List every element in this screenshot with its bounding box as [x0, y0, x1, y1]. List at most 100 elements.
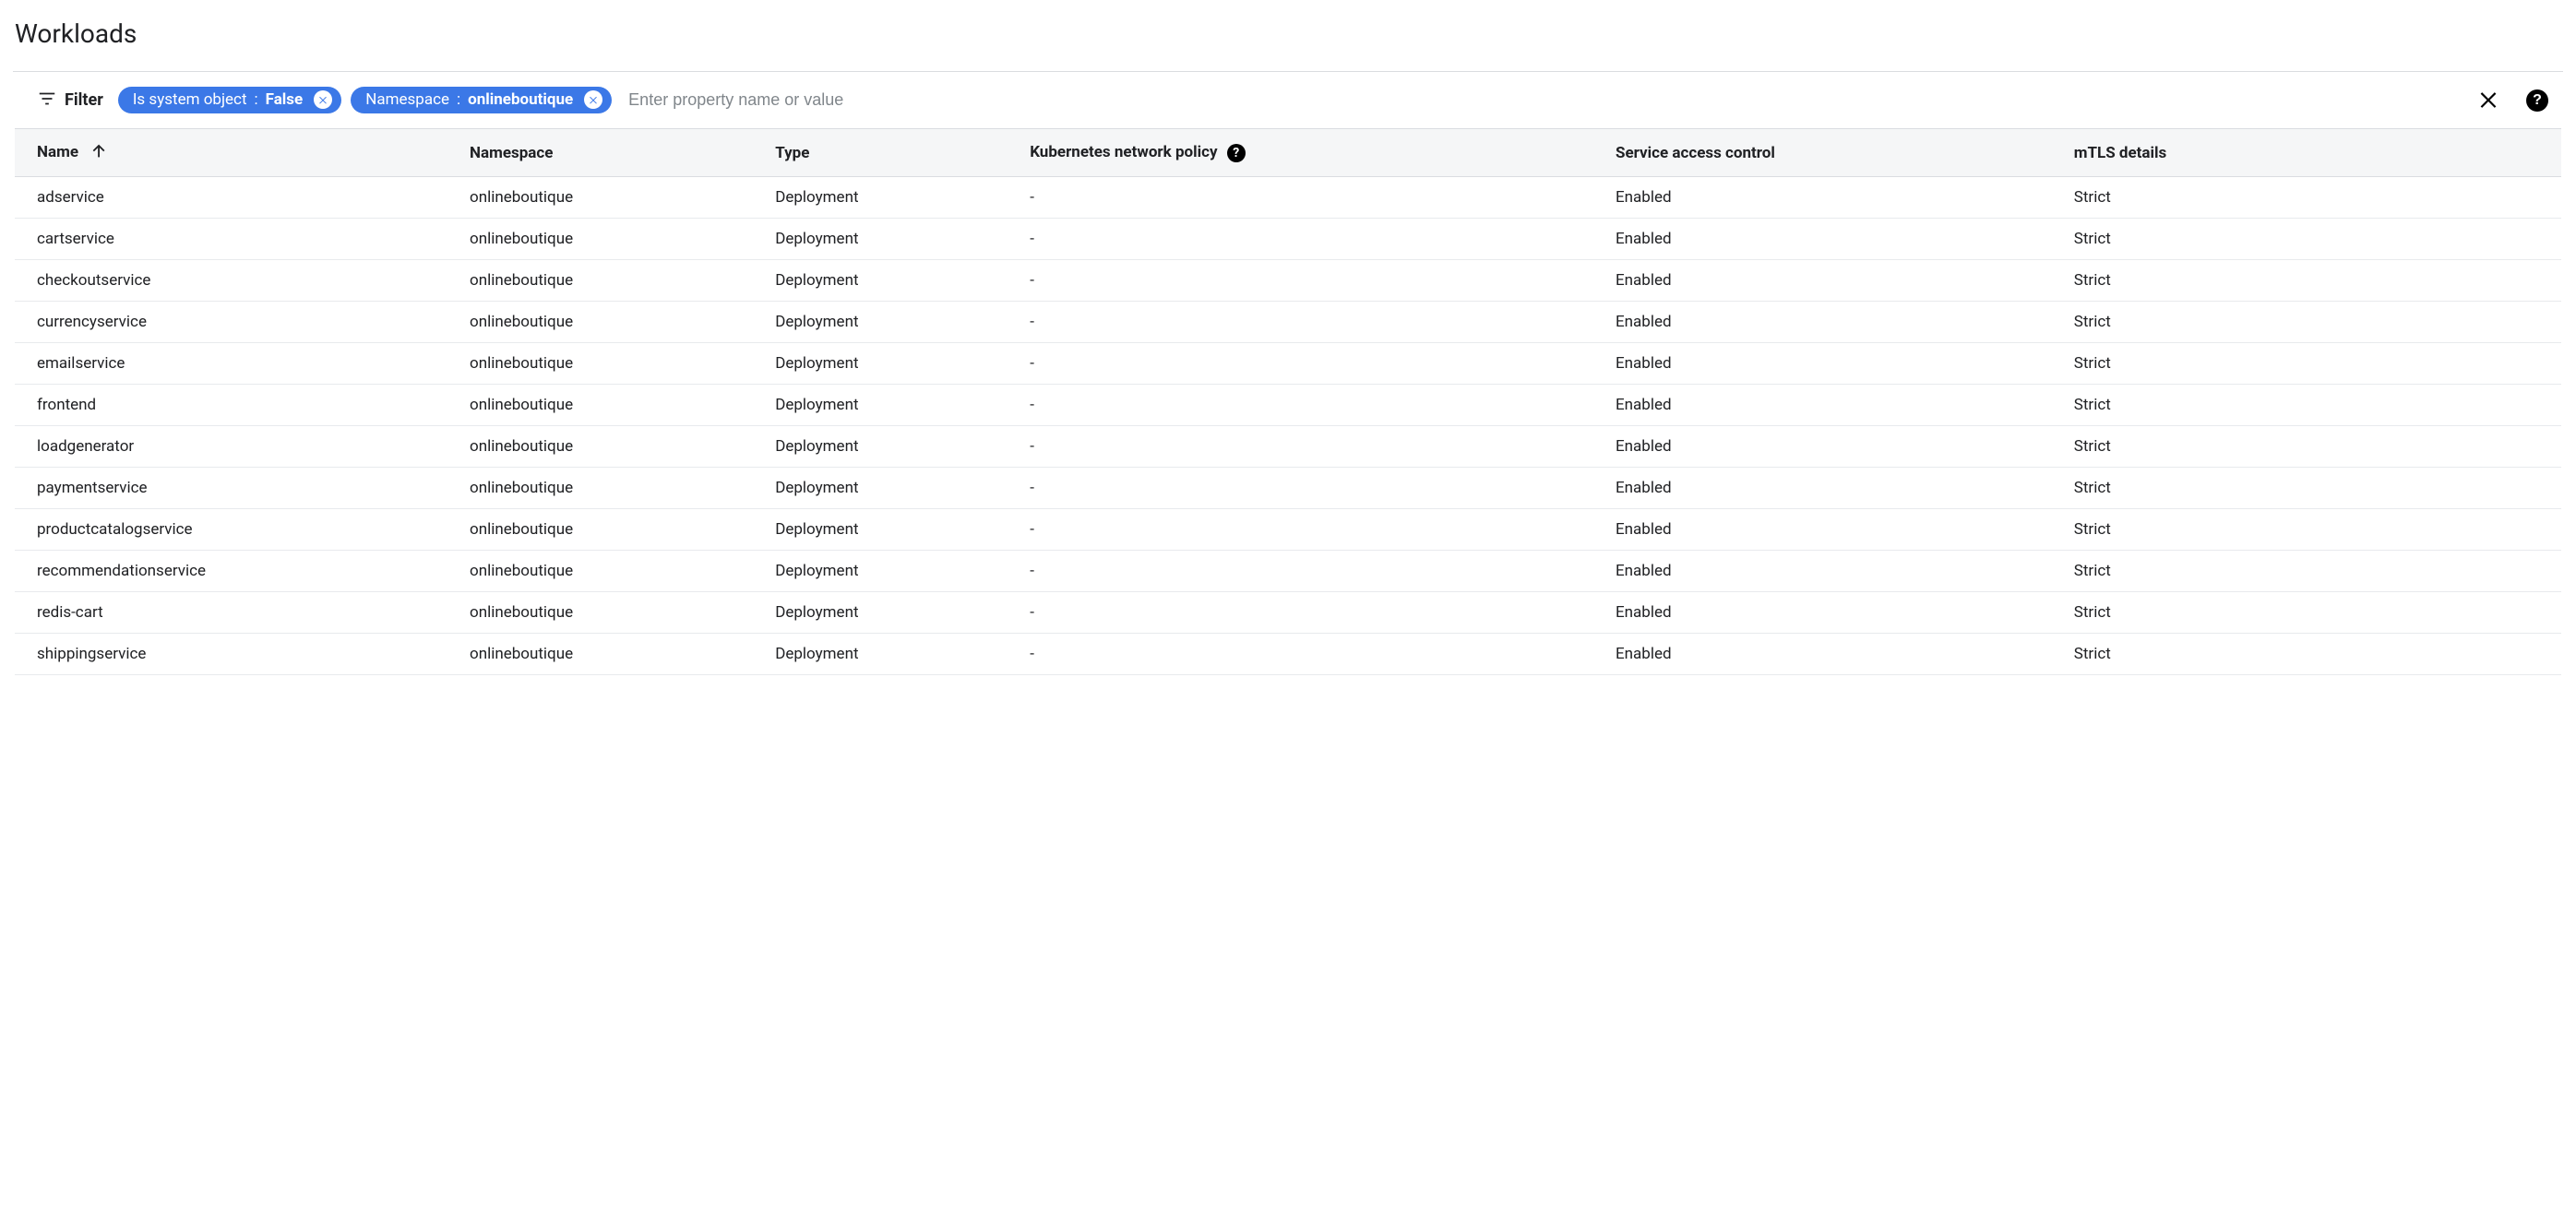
cell-type: Deployment [766, 468, 1020, 509]
cell-namespace: onlineboutique [460, 177, 766, 219]
table-row[interactable]: adserviceonlineboutiqueDeployment-Enable… [15, 177, 2561, 219]
cell-k8s-network-policy: - [1020, 426, 1606, 468]
workloads-table: Name Namespace Type Kubernetes network p… [15, 128, 2561, 675]
table-row[interactable]: frontendonlineboutiqueDeployment-Enabled… [15, 385, 2561, 426]
cell-mtls-details: Strict [2065, 551, 2561, 592]
filter-label[interactable]: Filter [18, 89, 103, 113]
cell-mtls-details: Strict [2065, 509, 2561, 551]
cell-mtls-details: Strict [2065, 260, 2561, 302]
cell-mtls-details: Strict [2065, 385, 2561, 426]
table-row[interactable]: loadgeneratoronlineboutiqueDeployment-En… [15, 426, 2561, 468]
cell-name: adservice [15, 177, 460, 219]
cell-type: Deployment [766, 219, 1020, 260]
cell-service-access-control: Enabled [1606, 219, 2065, 260]
cell-type: Deployment [766, 426, 1020, 468]
cell-type: Deployment [766, 385, 1020, 426]
workloads-panel: Filter Is system object:False Namespace:o… [13, 71, 2563, 675]
cell-namespace: onlineboutique [460, 426, 766, 468]
cell-type: Deployment [766, 260, 1020, 302]
column-header-service-access-control[interactable]: Service access control [1606, 129, 2065, 177]
cell-name: currencyservice [15, 302, 460, 343]
chip-remove-icon[interactable] [584, 90, 602, 109]
chip-remove-icon[interactable] [314, 90, 332, 109]
cell-service-access-control: Enabled [1606, 385, 2065, 426]
cell-mtls-details: Strict [2065, 177, 2561, 219]
cell-name: checkoutservice [15, 260, 460, 302]
sort-ascending-icon [89, 140, 110, 165]
cell-k8s-network-policy: - [1020, 385, 1606, 426]
column-header-type[interactable]: Type [766, 129, 1020, 177]
cell-service-access-control: Enabled [1606, 177, 2065, 219]
table-header-row: Name Namespace Type Kubernetes network p… [15, 129, 2561, 177]
cell-namespace: onlineboutique [460, 385, 766, 426]
cell-namespace: onlineboutique [460, 634, 766, 675]
filter-help-button[interactable]: ? [2524, 88, 2550, 113]
cell-service-access-control: Enabled [1606, 260, 2065, 302]
cell-name: emailservice [15, 343, 460, 385]
cell-namespace: onlineboutique [460, 260, 766, 302]
filter-chip[interactable]: Is system object:False [118, 87, 341, 113]
cell-service-access-control: Enabled [1606, 634, 2065, 675]
cell-mtls-details: Strict [2065, 468, 2561, 509]
cell-type: Deployment [766, 592, 1020, 634]
filter-bar: Filter Is system object:False Namespace:o… [13, 72, 2563, 128]
cell-k8s-network-policy: - [1020, 343, 1606, 385]
cell-type: Deployment [766, 343, 1020, 385]
cell-namespace: onlineboutique [460, 468, 766, 509]
column-header-name[interactable]: Name [15, 129, 460, 177]
table-row[interactable]: shippingserviceonlineboutiqueDeployment-… [15, 634, 2561, 675]
column-header-namespace[interactable]: Namespace [460, 129, 766, 177]
table-row[interactable]: cartserviceonlineboutiqueDeployment-Enab… [15, 219, 2561, 260]
cell-name: redis-cart [15, 592, 460, 634]
cell-name: frontend [15, 385, 460, 426]
cell-service-access-control: Enabled [1606, 426, 2065, 468]
table-row[interactable]: recommendationserviceonlineboutiqueDeplo… [15, 551, 2561, 592]
table-row[interactable]: currencyserviceonlineboutiqueDeployment-… [15, 302, 2561, 343]
cell-name: productcatalogservice [15, 509, 460, 551]
cell-type: Deployment [766, 177, 1020, 219]
cell-namespace: onlineboutique [460, 592, 766, 634]
filter-chip-key: Is system object [133, 90, 247, 109]
filter-input[interactable] [621, 87, 2465, 113]
k8s-network-policy-help-icon[interactable]: ? [1227, 143, 1246, 162]
clear-filters-button[interactable] [2475, 85, 2502, 115]
cell-namespace: onlineboutique [460, 302, 766, 343]
cell-namespace: onlineboutique [460, 219, 766, 260]
close-icon [2476, 87, 2500, 113]
cell-service-access-control: Enabled [1606, 343, 2065, 385]
cell-type: Deployment [766, 302, 1020, 343]
cell-mtls-details: Strict [2065, 219, 2561, 260]
cell-name: loadgenerator [15, 426, 460, 468]
table-row[interactable]: emailserviceonlineboutiqueDeployment-Ena… [15, 343, 2561, 385]
filter-chip[interactable]: Namespace:onlineboutique [351, 87, 612, 113]
page-title: Workloads [13, 18, 2563, 49]
cell-k8s-network-policy: - [1020, 551, 1606, 592]
table-row[interactable]: productcatalogserviceonlineboutiqueDeplo… [15, 509, 2561, 551]
filter-text: Filter [65, 90, 103, 110]
filter-chip-value: onlineboutique [468, 90, 573, 109]
cell-service-access-control: Enabled [1606, 509, 2065, 551]
cell-mtls-details: Strict [2065, 426, 2561, 468]
column-header-mtls-details[interactable]: mTLS details [2065, 129, 2561, 177]
cell-mtls-details: Strict [2065, 302, 2561, 343]
cell-service-access-control: Enabled [1606, 302, 2065, 343]
filter-chip-value: False [266, 90, 304, 109]
cell-k8s-network-policy: - [1020, 468, 1606, 509]
cell-type: Deployment [766, 551, 1020, 592]
cell-namespace: onlineboutique [460, 551, 766, 592]
cell-k8s-network-policy: - [1020, 509, 1606, 551]
cell-k8s-network-policy: - [1020, 302, 1606, 343]
cell-name: cartservice [15, 219, 460, 260]
filter-icon [37, 89, 57, 113]
table-row[interactable]: paymentserviceonlineboutiqueDeployment-E… [15, 468, 2561, 509]
help-icon: ? [2526, 89, 2548, 112]
cell-name: recommendationservice [15, 551, 460, 592]
cell-name: paymentservice [15, 468, 460, 509]
cell-mtls-details: Strict [2065, 343, 2561, 385]
cell-type: Deployment [766, 634, 1020, 675]
column-header-k8s-network-policy[interactable]: Kubernetes network policy ? [1020, 129, 1606, 177]
table-row[interactable]: redis-cartonlineboutiqueDeployment-Enabl… [15, 592, 2561, 634]
cell-name: shippingservice [15, 634, 460, 675]
cell-k8s-network-policy: - [1020, 634, 1606, 675]
table-row[interactable]: checkoutserviceonlineboutiqueDeployment-… [15, 260, 2561, 302]
